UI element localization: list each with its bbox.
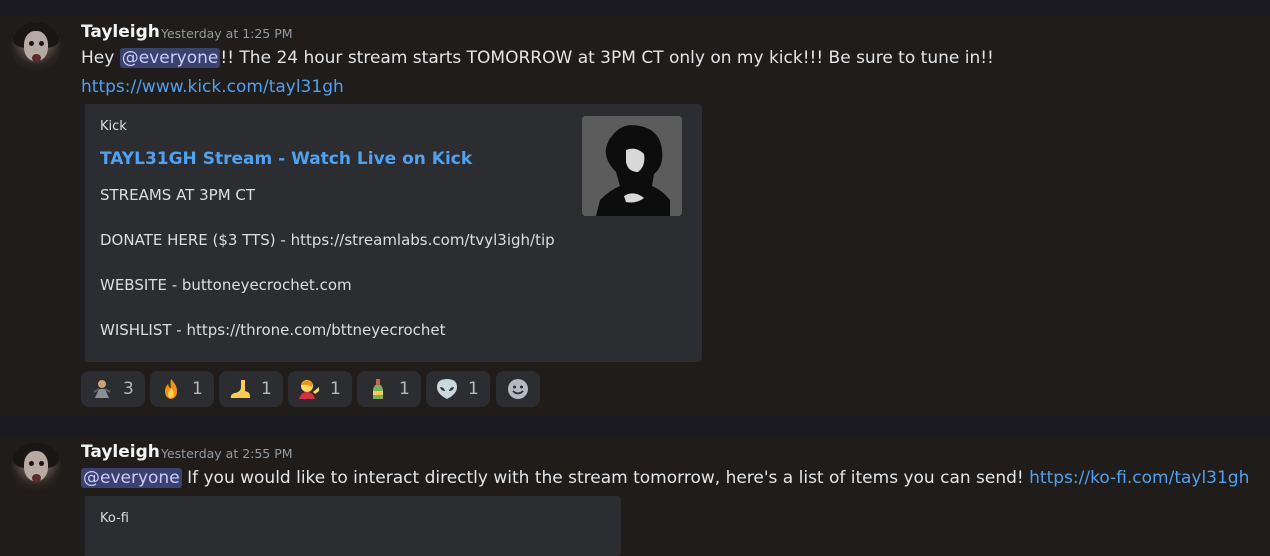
timestamp: Yesterday at 2:55 PM [161, 446, 293, 461]
message-2: Tayleigh Yesterday at 2:55 PM @everyone … [0, 437, 1270, 556]
alien-emoji-icon [437, 379, 457, 399]
message-separator [0, 415, 1270, 437]
figure-emoji-icon [93, 380, 111, 398]
mention-everyone[interactable]: @everyone [81, 468, 182, 488]
add-reaction-icon [508, 379, 528, 399]
bottle-emoji-icon [373, 379, 383, 399]
embed-line: WEBSITE - buttoneyecrochet.com [100, 276, 352, 294]
link-embed: Kick TAYL31GH Stream - Watch Live on Kic… [81, 104, 702, 362]
reaction-button[interactable]: 1 [219, 371, 283, 407]
embed-thumbnail[interactable] [582, 116, 682, 216]
username[interactable]: Tayleigh [81, 442, 160, 462]
kofi-link[interactable]: https://ko-fi.com/tayl31gh [1029, 468, 1249, 488]
mention-everyone[interactable]: @everyone [119, 48, 221, 68]
add-reaction-button[interactable] [496, 371, 540, 407]
kick-link[interactable]: https://www.kick.com/tayl31gh [81, 77, 344, 97]
foot-emoji-icon [230, 380, 250, 398]
embed-line: WISHLIST - https://throne.com/bttneyecro… [100, 321, 446, 339]
reaction-button[interactable]: 1 [288, 371, 352, 407]
reaction-button[interactable]: 3 [81, 371, 145, 407]
person-emoji-icon [299, 380, 319, 399]
reaction-button[interactable]: 1 [426, 371, 490, 407]
message-text: Hey @everyone!! The 24 hour stream start… [81, 48, 994, 68]
embed-line: STREAMS AT 3PM CT [100, 186, 256, 204]
fire-emoji-icon [165, 379, 177, 399]
reaction-button[interactable]: 1 [357, 371, 421, 407]
embed-provider[interactable]: Kick [100, 119, 127, 134]
username[interactable]: Tayleigh [81, 22, 160, 42]
user-avatar[interactable] [11, 442, 61, 492]
embed-line: DONATE HERE ($3 TTS) - https://streamlab… [100, 231, 555, 249]
message-text: @everyone If you would like to interact … [81, 468, 1250, 488]
user-avatar[interactable] [11, 22, 61, 72]
reaction-button[interactable]: 1 [150, 371, 214, 407]
timestamp: Yesterday at 1:25 PM [161, 26, 293, 41]
link-embed: Ko-fi [81, 496, 621, 556]
message-1: Tayleigh Yesterday at 1:25 PM Hey @every… [0, 0, 1270, 415]
embed-title[interactable]: TAYL31GH Stream - Watch Live on Kick [100, 149, 472, 169]
